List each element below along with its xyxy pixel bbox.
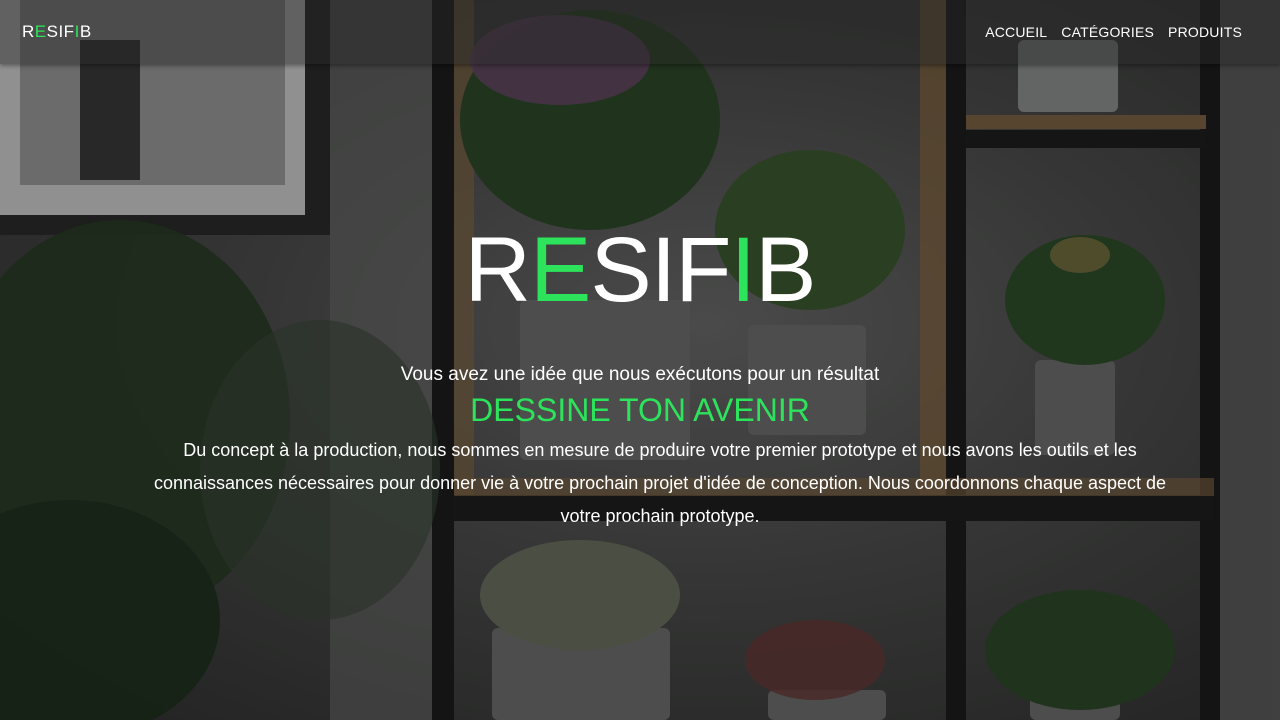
hero-title-letter-accent: E [530, 219, 591, 321]
page: RESIFIB ACCUEIL CATÉGORIES PRODUITS RESI… [0, 0, 1280, 720]
nav-link-accueil[interactable]: ACCUEIL [985, 24, 1047, 40]
navbar: RESIFIB ACCUEIL CATÉGORIES PRODUITS [0, 0, 1280, 64]
hero-title-letter-accent: I [730, 219, 757, 321]
nav-links: ACCUEIL CATÉGORIES PRODUITS [985, 24, 1242, 40]
logo-link[interactable]: RESIFIB [22, 22, 92, 42]
logo-letter: B [79, 22, 92, 41]
nav-link-produits[interactable]: PRODUITS [1168, 24, 1242, 40]
hero-tagline: Vous avez une idée que nous exécutons po… [400, 364, 880, 385]
logo-letter-accent: E [34, 22, 47, 41]
hero-title-letters: SIF [590, 219, 731, 321]
logo-letters: SIF [46, 22, 75, 41]
hero-title: RESIFIB [0, 220, 1280, 320]
hero-title-letter: R [464, 219, 531, 321]
hero-description: Du concept à la production, nous sommes … [153, 440, 1167, 526]
hero-title-letter: B [755, 219, 816, 321]
background-dim-overlay [0, 0, 1280, 720]
hero-slogan: DESSINE TON AVENIR [470, 392, 810, 428]
logo-letter: R [22, 22, 35, 41]
nav-link-categories[interactable]: CATÉGORIES [1061, 24, 1154, 40]
